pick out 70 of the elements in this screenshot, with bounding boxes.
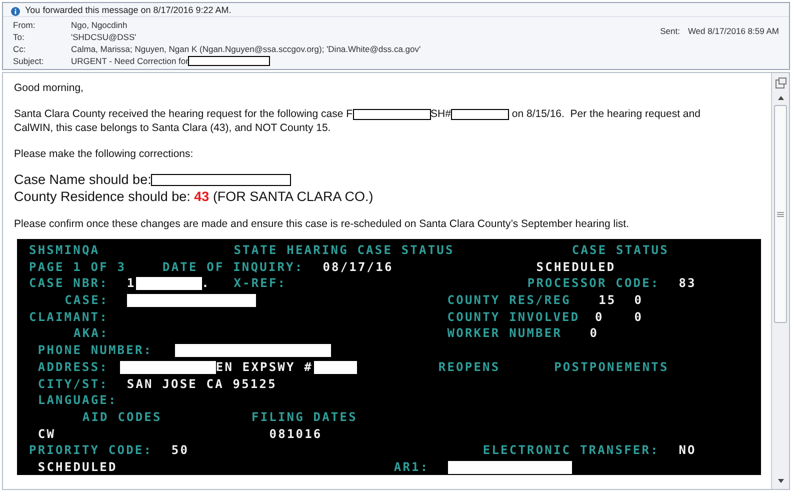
header-label: From: <box>13 18 36 32</box>
redaction-bar <box>136 277 202 290</box>
terminal-value: 081016 <box>269 426 322 442</box>
request-text: Please make the following corrections: <box>14 147 194 161</box>
terminal-label: STATE HEARING CASE STATUS <box>234 242 454 259</box>
terminal-value: SAN JOSE CA 95125 <box>126 376 277 392</box>
terminal-label: CASE: <box>64 292 109 309</box>
terminal-value: . <box>202 275 210 292</box>
terminal-label: COUNTY INVOLVED <box>447 308 580 326</box>
greeting: Good morning, <box>14 81 84 95</box>
body-text: on 8/15/16. Per the hearing request and <box>510 107 700 121</box>
case-name-label: Case Name should be: <box>14 171 152 188</box>
body-text: CalWIN, this case belongs to Santa Clara (43), and NOT County 15. <box>14 121 331 135</box>
redaction-bar <box>450 108 509 120</box>
scroll-thumb[interactable] <box>774 105 787 323</box>
terminal-label: CASE STATUS <box>572 242 669 259</box>
terminal-label: WORKER NUMBER <box>447 325 562 342</box>
pop-out-icon[interactable] <box>774 77 786 89</box>
info-icon <box>11 6 20 16</box>
county-residence-text: County Residence should be: 43 (FOR SANTA CLARA CO.) <box>14 188 374 205</box>
closing-text: Please confirm once these changes are made and ensure this case is re-scheduled on Santa Clara County’s September hearing list. <box>14 217 630 231</box>
terminal-label: AR1: <box>394 458 430 476</box>
terminal-value: 08/17/16 <box>322 258 394 276</box>
terminal-value: SCHEDULED <box>38 458 118 476</box>
body-text: SH# <box>430 107 451 121</box>
terminal-value: 0 <box>595 308 604 326</box>
terminal-label: DATE OF INQUIRY: <box>162 258 304 276</box>
terminal-label: LANGUAGE: <box>38 392 118 409</box>
terminal-value: 0 <box>590 325 599 342</box>
terminal-label: ELECTRONIC TRANSFER: <box>482 442 660 459</box>
header-value: URGENT - Need Correction for <box>71 54 188 68</box>
scrollbar[interactable] <box>771 73 789 489</box>
terminal-label: CLAIMANT: <box>29 308 108 326</box>
terminal-label: ADDRESS: <box>38 358 108 376</box>
terminal-label: POSTPONEMENTS <box>554 358 669 376</box>
body-text: Santa Clara County received the hearing request for the following case F <box>14 107 353 121</box>
terminal-label: AKA: <box>74 325 109 342</box>
terminal-value: 1 <box>126 275 136 292</box>
terminal-value: CW <box>38 426 56 442</box>
header-value: Wed 8/17/2016 8:59 AM <box>688 24 779 38</box>
terminal-label: CASE NBR: <box>29 275 108 292</box>
terminal-label: PRIORITY CODE: <box>29 442 153 459</box>
terminal-value: 0 <box>634 308 644 326</box>
header-value: Ngo, Ngocdinh <box>71 18 128 32</box>
terminal-value: SCHEDULED <box>536 258 616 276</box>
terminal-value: 83 <box>678 275 696 292</box>
terminal-label: PROCESSOR CODE: <box>527 275 660 292</box>
terminal-label: X-REF: <box>234 275 287 292</box>
terminal-label: CITY/ST: <box>38 376 108 392</box>
terminal-label: FILING DATES <box>252 408 358 426</box>
header-label: Cc: <box>13 42 27 56</box>
terminal-label: PHONE NUMBER: <box>38 342 153 359</box>
terminal-label: AID CODES <box>82 408 162 426</box>
header-value: Calma, Marissa; Nguyen, Ngan K (Ngan.Nguyen@ssa.sccgov.org); 'Dina.White@dss.ca.gov' <box>71 42 421 56</box>
terminal-value: 15 <box>598 292 616 309</box>
terminal-value: NO <box>678 442 696 459</box>
terminal-value: 0 <box>634 292 644 309</box>
header-label: Sent: <box>660 24 680 38</box>
terminal-label: SHSMINQA <box>29 242 100 259</box>
terminal-label: PAGE 1 OF 3 <box>29 258 126 276</box>
forwarded-notice: You forwarded this message on 8/17/2016 9:22 AM. <box>25 4 232 18</box>
terminal-label: REOPENS <box>438 358 500 376</box>
terminal-label: COUNTY RES/REG <box>447 292 571 309</box>
terminal-value: EN EXPSWY # <box>216 358 313 376</box>
header-label: To: <box>13 30 26 44</box>
grip-icon <box>777 212 784 216</box>
terminal-value: 50 <box>171 442 190 459</box>
redaction-bar <box>314 360 357 374</box>
header-value: 'SHDCSU@DSS' <box>71 30 136 44</box>
header-label: Subject: <box>13 54 45 68</box>
